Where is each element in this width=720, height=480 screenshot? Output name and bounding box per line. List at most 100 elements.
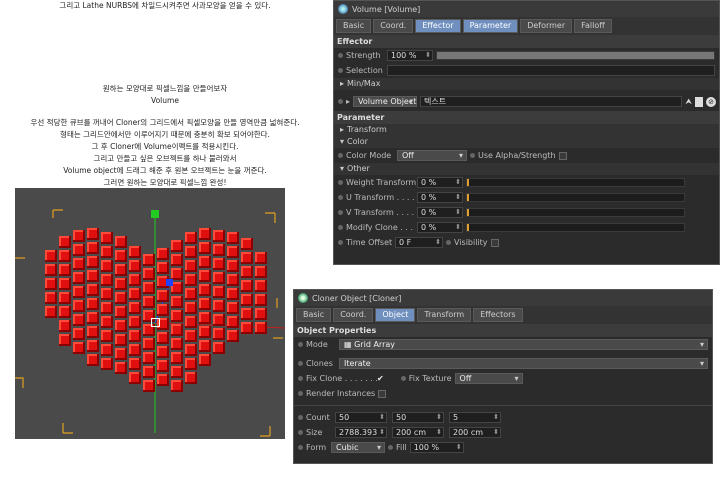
clone-cube xyxy=(157,360,169,372)
keyframe-dot[interactable] xyxy=(298,361,303,366)
slider-fill xyxy=(467,209,469,216)
axis-handle-z[interactable] xyxy=(166,279,173,286)
clone-cube xyxy=(129,274,141,286)
keyframe-dot[interactable] xyxy=(298,376,303,381)
tab-effector[interactable]: Effector xyxy=(415,19,461,33)
minmax-group[interactable]: ▸ Min/Max xyxy=(334,78,719,90)
modify-clone-slider[interactable] xyxy=(466,223,685,232)
selection-field[interactable] xyxy=(387,65,715,76)
clone-cube xyxy=(185,232,197,244)
clone-cube xyxy=(59,334,71,346)
tab-coord[interactable]: Coord. xyxy=(373,19,414,33)
size-y-input[interactable]: 200 cm xyxy=(392,427,444,438)
clone-cube xyxy=(129,288,141,300)
render-instances-checkbox[interactable] xyxy=(378,389,387,398)
tab-parameter[interactable]: Parameter xyxy=(462,19,519,33)
color-group[interactable]: ▾ Color xyxy=(334,136,719,148)
keyframe-dot[interactable] xyxy=(470,153,475,158)
keyframe-dot[interactable] xyxy=(338,240,343,245)
weight-transform-input[interactable]: 0 % xyxy=(417,177,463,188)
keyframe-dot[interactable] xyxy=(338,225,343,230)
fix-clone-checkbox[interactable]: ✔ xyxy=(377,374,384,383)
keyframe-dot[interactable] xyxy=(338,99,343,104)
mode-dropdown[interactable]: ▦ Grid Array xyxy=(339,339,708,350)
axis-handle-y[interactable] xyxy=(151,210,159,218)
modify-clone-input[interactable]: 0 % xyxy=(417,222,463,233)
keyframe-dot[interactable] xyxy=(298,430,303,435)
volume-tabs: Basic Coord. Effector Parameter Deformer… xyxy=(334,17,719,35)
time-offset-input[interactable]: 0 F xyxy=(395,237,443,248)
color-mode-label: Color Mode xyxy=(346,151,392,160)
tab-deformer[interactable]: Deformer xyxy=(520,19,573,33)
clone-cube xyxy=(143,268,155,280)
strength-input[interactable]: 100 % xyxy=(387,50,433,61)
fill-input[interactable]: 100 % xyxy=(409,442,464,453)
clone-cube xyxy=(115,362,127,374)
v-transform-slider[interactable] xyxy=(466,208,685,217)
volume-icon xyxy=(338,4,348,14)
form-label: Form xyxy=(306,443,327,452)
clone-cube xyxy=(213,300,225,312)
keyframe-dot[interactable] xyxy=(400,376,406,381)
clone-cube xyxy=(87,270,99,282)
keyframe-dot[interactable] xyxy=(338,153,343,158)
keyframe-dot[interactable] xyxy=(338,68,343,73)
clone-cube xyxy=(157,332,169,344)
clones-dropdown[interactable]: Iterate xyxy=(339,358,708,369)
v-transform-input[interactable]: 0 % xyxy=(417,207,463,218)
tab-effectors[interactable]: Effectors xyxy=(473,308,523,322)
keyframe-dot[interactable] xyxy=(338,195,343,200)
clone-cube xyxy=(255,280,267,292)
volume-object-link[interactable]: 텍스트 xyxy=(420,96,683,107)
color-mode-dropdown[interactable]: Off xyxy=(397,150,467,161)
keyframe-dot[interactable] xyxy=(338,53,343,58)
tab-basic[interactable]: Basic xyxy=(336,19,372,33)
keyframe-dot[interactable] xyxy=(298,415,303,420)
keyframe-dot[interactable] xyxy=(338,210,343,215)
keyframe-dot[interactable] xyxy=(298,342,303,347)
tab-falloff[interactable]: Falloff xyxy=(574,19,612,33)
tab-object[interactable]: Object xyxy=(375,308,416,322)
visibility-checkbox[interactable] xyxy=(490,238,499,247)
clone-cube xyxy=(59,236,71,248)
tab-coord[interactable]: Coord. xyxy=(333,308,374,322)
clone-cube xyxy=(73,244,85,256)
size-x-input[interactable]: 2788.393 xyxy=(335,427,387,438)
viewport-3d[interactable] xyxy=(15,188,285,439)
form-dropdown[interactable]: Cubic xyxy=(331,442,385,453)
count-x-input[interactable]: 50 xyxy=(335,412,387,423)
render-instances-label: Render Instances xyxy=(306,389,376,398)
tab-basic[interactable]: Basic xyxy=(296,308,332,322)
clone-cube xyxy=(115,236,127,248)
clone-cube xyxy=(59,250,71,262)
keyframe-dot[interactable] xyxy=(338,180,343,185)
fix-texture-dropdown[interactable]: Off xyxy=(454,373,523,384)
count-y-input[interactable]: 50 xyxy=(392,412,444,423)
tab-transform[interactable]: Transform xyxy=(417,308,472,322)
pick-arrow-icon[interactable]: ⮝ xyxy=(685,97,692,107)
cloner-attributes-panel: Cloner Object [Cloner] Basic Coord. Obje… xyxy=(293,289,713,464)
keyframe-dot[interactable] xyxy=(298,445,303,450)
tutorial-heading: Volume xyxy=(151,96,179,105)
strength-slider[interactable] xyxy=(436,51,715,60)
link-icon[interactable] xyxy=(695,96,703,107)
other-group[interactable]: ▾ Other xyxy=(334,163,719,175)
clone-cube xyxy=(255,252,267,264)
u-transform-input[interactable]: 0 % xyxy=(417,192,463,203)
slider-fill xyxy=(467,179,469,186)
use-alpha-checkbox[interactable] xyxy=(558,151,567,160)
size-z-input[interactable]: 200 cm xyxy=(449,427,501,438)
keyframe-dot[interactable] xyxy=(298,391,303,396)
clone-cube xyxy=(171,324,183,336)
count-z-input[interactable]: 5 xyxy=(449,412,501,423)
keyframe-dot[interactable] xyxy=(388,445,393,450)
u-transform-slider[interactable] xyxy=(466,193,685,202)
clone-cube xyxy=(45,278,57,290)
keyframe-dot[interactable] xyxy=(446,240,451,245)
transform-group[interactable]: ▸ Transform xyxy=(334,124,719,136)
chevron-right-icon: ▸ xyxy=(340,125,345,134)
target-icon[interactable]: ⊘ xyxy=(706,96,716,107)
weight-transform-slider[interactable] xyxy=(466,178,685,187)
clone-cube xyxy=(115,348,127,360)
clone-cube xyxy=(115,250,127,262)
